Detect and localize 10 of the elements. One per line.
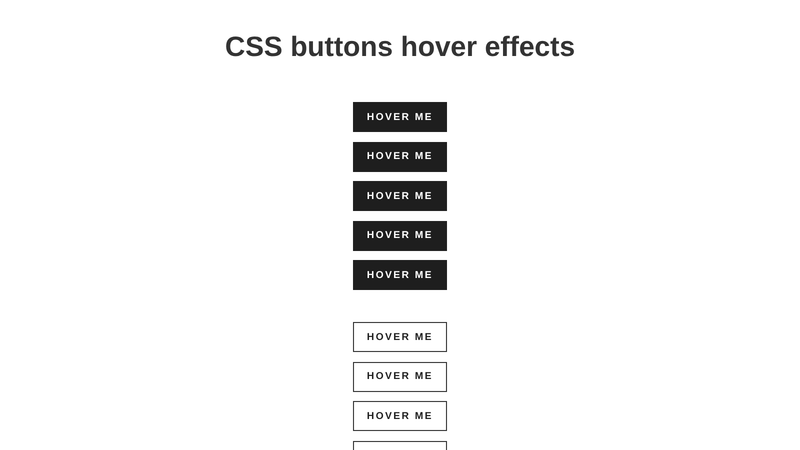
hover-button[interactable]: HOVER ME xyxy=(353,362,447,392)
hover-button[interactable]: HOVER ME xyxy=(353,260,447,290)
hover-button[interactable]: HOVER ME xyxy=(353,401,447,431)
hover-button[interactable]: HOVER ME xyxy=(353,220,447,250)
hover-button[interactable]: HOVER ME xyxy=(353,181,447,211)
hover-button[interactable]: HOVER ME xyxy=(353,142,447,172)
hover-button[interactable] xyxy=(353,440,447,450)
hover-button[interactable]: HOVER ME xyxy=(353,102,447,132)
page-title: CSS buttons hover effects xyxy=(224,30,576,64)
hover-button[interactable]: HOVER ME xyxy=(353,322,447,352)
